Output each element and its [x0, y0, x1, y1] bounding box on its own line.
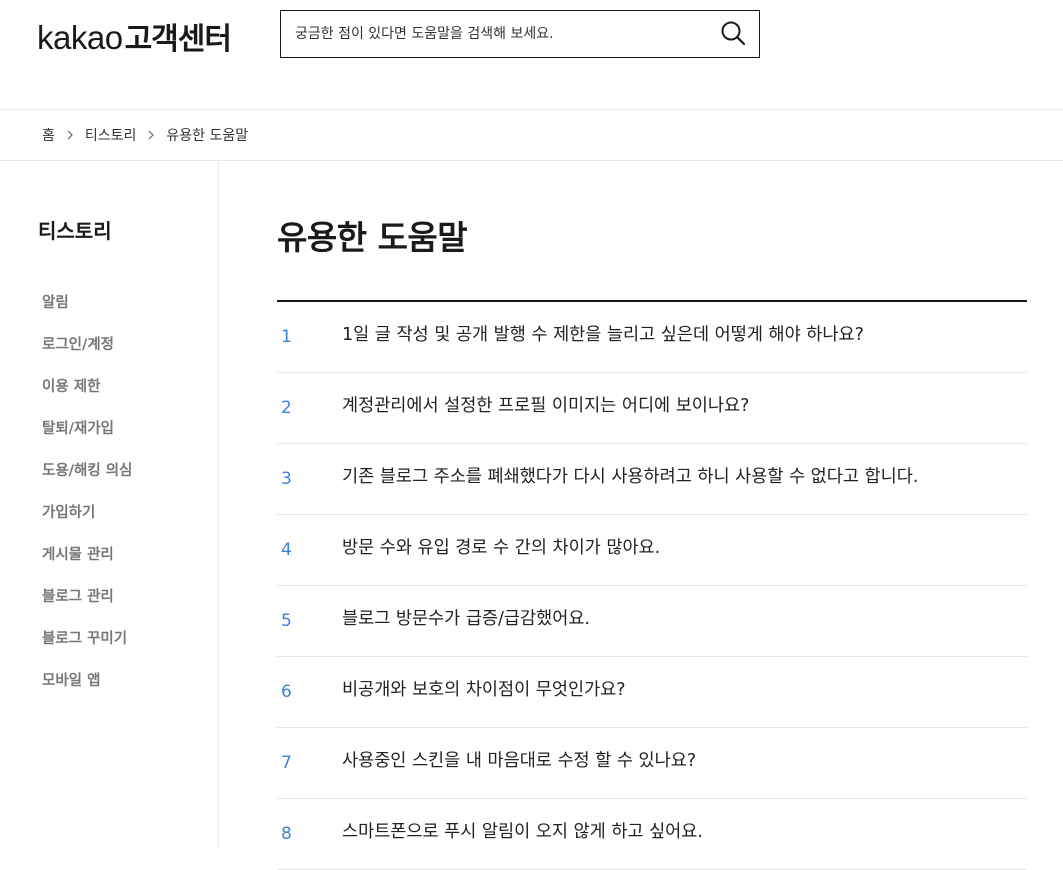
chevron-right-icon [55, 130, 85, 140]
faq-number: 3 [281, 469, 292, 489]
faq-question[interactable]: 1일 글 작성 및 공개 발행 수 제한을 늘리고 싶은데 어떻게 해야 하나요… [342, 322, 972, 351]
faq-item[interactable]: 5 블로그 방문수가 급증/급감했어요. [277, 586, 1027, 657]
search-icon [720, 20, 746, 49]
faq-number: 5 [281, 611, 292, 631]
faq-question[interactable]: 비공개와 보호의 차이점이 무엇인가요? [342, 677, 972, 706]
search-input[interactable] [281, 11, 707, 57]
sidebar-item-signup[interactable]: 가입하기 [42, 499, 132, 541]
faq-list: 1 1일 글 작성 및 공개 발행 수 제한을 늘리고 싶은데 어떻게 해야 하… [277, 302, 1027, 870]
faq-question[interactable]: 블로그 방문수가 급증/급감했어요. [342, 606, 972, 635]
breadcrumb-current: 유용한 도움말 [166, 128, 249, 144]
header: kakao 고객센터 [0, 0, 1063, 110]
faq-number: 1 [281, 327, 292, 347]
logo-service-name: 고객센터 [124, 22, 232, 57]
breadcrumb: 홈 티스토리 유용한 도움말 [0, 110, 1063, 161]
faq-question[interactable]: 기존 블로그 주소를 폐쇄했다가 다시 사용하려고 하니 사용할 수 없다고 합… [342, 464, 972, 493]
faq-question[interactable]: 방문 수와 유입 경로 수 간의 차이가 많아요. [342, 535, 972, 564]
sidebar-item-usage-restriction[interactable]: 이용 제한 [42, 373, 132, 415]
faq-item[interactable]: 4 방문 수와 유입 경로 수 간의 차이가 많아요. [277, 515, 1027, 586]
sidebar-item-blog-management[interactable]: 블로그 관리 [42, 583, 132, 625]
faq-number: 2 [281, 398, 292, 418]
sidebar-title[interactable]: 티스토리 [38, 215, 112, 244]
logo-brand: kakao [37, 19, 123, 56]
kakao-logo[interactable]: kakao 고객센터 [37, 14, 232, 57]
faq-item[interactable]: 3 기존 블로그 주소를 폐쇄했다가 다시 사용하려고 하니 사용할 수 없다고… [277, 444, 1027, 515]
faq-number: 8 [281, 824, 292, 844]
search-box [280, 10, 760, 58]
sidebar-item-hacking-suspicion[interactable]: 도용/해킹 의심 [42, 457, 132, 499]
sidebar-item-login-account[interactable]: 로그인/계정 [42, 331, 132, 373]
breadcrumb-home[interactable]: 홈 [42, 125, 55, 145]
faq-number: 7 [281, 753, 292, 773]
page-title: 유용한 도움말 [277, 218, 468, 257]
search-button[interactable] [707, 11, 759, 57]
breadcrumb-tistory[interactable]: 티스토리 [85, 125, 137, 145]
faq-item[interactable]: 8 스마트폰으로 푸시 알림이 오지 않게 하고 싶어요. [277, 799, 1027, 870]
sidebar-item-blog-decoration[interactable]: 블로그 꾸미기 [42, 625, 132, 667]
faq-number: 4 [281, 540, 292, 560]
sidebar-item-post-management[interactable]: 게시물 관리 [42, 541, 132, 583]
faq-item[interactable]: 1 1일 글 작성 및 공개 발행 수 제한을 늘리고 싶은데 어떻게 해야 하… [277, 302, 1027, 373]
faq-item[interactable]: 7 사용중인 스킨을 내 마음대로 수정 할 수 있나요? [277, 728, 1027, 799]
sidebar-item-notice[interactable]: 알림 [42, 289, 132, 331]
faq-item[interactable]: 6 비공개와 보호의 차이점이 무엇인가요? [277, 657, 1027, 728]
sidebar-item-withdraw-rejoin[interactable]: 탈퇴/재가입 [42, 415, 132, 457]
sidebar: 티스토리 알림 로그인/계정 이용 제한 탈퇴/재가입 도용/해킹 의심 가입하… [0, 161, 219, 849]
faq-question[interactable]: 계정관리에서 설정한 프로필 이미지는 어디에 보이나요? [342, 393, 972, 422]
chevron-right-icon [136, 130, 166, 140]
faq-question[interactable]: 스마트폰으로 푸시 알림이 오지 않게 하고 싶어요. [342, 819, 972, 848]
sidebar-menu: 알림 로그인/계정 이용 제한 탈퇴/재가입 도용/해킹 의심 가입하기 게시물… [42, 289, 132, 709]
sidebar-item-mobile-app[interactable]: 모바일 앱 [42, 667, 132, 709]
faq-question[interactable]: 사용중인 스킨을 내 마음대로 수정 할 수 있나요? [342, 748, 972, 777]
faq-item[interactable]: 2 계정관리에서 설정한 프로필 이미지는 어디에 보이나요? [277, 373, 1027, 444]
faq-number: 6 [281, 682, 292, 702]
